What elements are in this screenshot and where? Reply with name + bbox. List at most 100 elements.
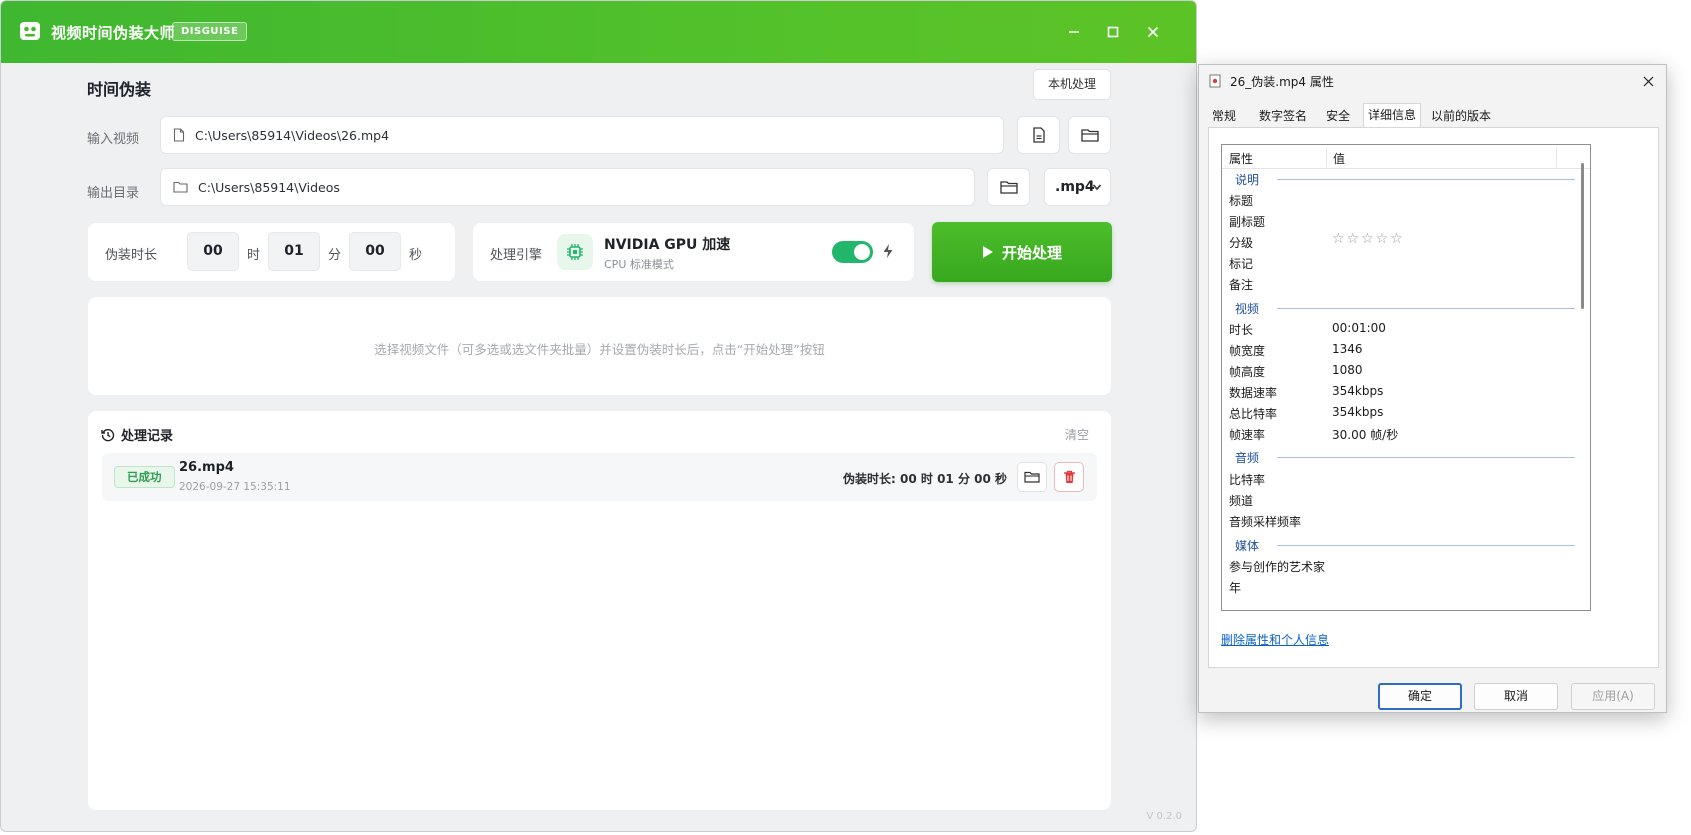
tab-previous-versions[interactable]: 以前的版本 [1427, 105, 1495, 127]
format-select[interactable]: .mp4 [1044, 168, 1111, 206]
property-list-scrollbar[interactable] [1581, 163, 1584, 309]
prop-sample-rate[interactable]: 音频采样频率 [1229, 513, 1301, 530]
minimize-button[interactable] [1062, 20, 1086, 44]
local-processing-button[interactable]: 本机处理 [1033, 69, 1111, 100]
close-icon [1147, 26, 1159, 38]
prop-year[interactable]: 年 [1229, 579, 1241, 596]
record-duration: 伪装时长: 00 时 01 分 00 秒 [843, 472, 1007, 486]
dialog-title: 26_伪装.mp4 属性 [1230, 75, 1334, 89]
minutes-unit: 分 [328, 248, 342, 263]
prop-frame-height[interactable]: 帧高度 [1229, 363, 1265, 380]
app-version: V 0.2.0 [1146, 811, 1182, 822]
column-property[interactable]: 属性 [1229, 150, 1253, 167]
dialog-close-button[interactable] [1638, 71, 1658, 91]
prop-duration[interactable]: 时长 [1229, 321, 1253, 338]
status-badge: 已成功 [114, 466, 175, 488]
file-icon [173, 128, 185, 142]
prop-audio-bitrate[interactable]: 比特率 [1229, 471, 1265, 488]
prop-total-bitrate-value: 354kbps [1332, 405, 1384, 419]
prop-data-rate-value: 354kbps [1332, 384, 1384, 398]
tab-security[interactable]: 安全 [1322, 105, 1354, 127]
prop-duration-value: 00:01:00 [1332, 321, 1386, 335]
seconds-input[interactable]: 00 [349, 232, 401, 271]
input-video-label: 输入视频 [87, 132, 140, 147]
output-dir-path: C:\Users\85914\Videos [198, 179, 340, 195]
prop-contributing-artists[interactable]: 参与创作的艺术家 [1229, 558, 1325, 575]
prop-comments[interactable]: 备注 [1229, 276, 1253, 293]
app-window: 视频时间伪装大师 DISGUISE 时间伪装 本机处理 输入视频 C:\User… [0, 0, 1197, 832]
folder-icon [1024, 471, 1040, 483]
record-timestamp: 2026-09-27 15:35:11 [179, 481, 291, 493]
play-icon [982, 246, 993, 258]
gpu-toggle[interactable] [832, 241, 873, 263]
dialog-title-bar: 26_伪装.mp4 属性 [1199, 65, 1666, 97]
delete-record-button[interactable] [1054, 462, 1084, 492]
group-description: 说明 [1235, 171, 1575, 187]
tab-general[interactable]: 常规 [1208, 105, 1240, 127]
prop-rating[interactable]: 分级 [1229, 234, 1253, 251]
history-record-row: 已成功 26.mp4 2026-09-27 15:35:11 伪装时长: 00 … [102, 453, 1097, 501]
hours-input[interactable]: 00 [187, 232, 239, 271]
prop-tags[interactable]: 标记 [1229, 255, 1253, 272]
history-title: 处理记录 [101, 425, 173, 444]
prop-frame-rate-value: 30.00 帧/秒 [1332, 428, 1399, 442]
cancel-button[interactable]: 取消 [1474, 683, 1558, 710]
apply-button[interactable]: 应用(A) [1571, 683, 1655, 710]
start-processing-button[interactable]: 开始处理 [932, 222, 1112, 282]
prop-total-bitrate[interactable]: 总比特率 [1229, 405, 1277, 422]
select-folder-button[interactable] [1068, 116, 1111, 154]
prop-channels[interactable]: 频道 [1229, 492, 1253, 509]
prop-frame-height-value: 1080 [1332, 363, 1363, 377]
remove-properties-link[interactable]: 删除属性和个人信息 [1221, 631, 1329, 648]
rating-stars[interactable]: ☆☆☆☆☆ [1332, 231, 1405, 247]
column-value[interactable]: 值 [1333, 150, 1345, 167]
title-bar: 视频时间伪装大师 DISGUISE [1, 1, 1196, 63]
minutes-input[interactable]: 01 [268, 232, 320, 271]
clear-history-button[interactable]: 清空 [1065, 426, 1089, 443]
close-icon [1643, 76, 1653, 86]
folder-icon [999, 181, 1018, 194]
format-value: .mp4 [1055, 179, 1095, 195]
prop-title[interactable]: 标题 [1229, 192, 1253, 209]
file-icon [1032, 127, 1045, 143]
group-video: 视频 [1235, 300, 1575, 316]
properties-dialog: 26_伪装.mp4 属性 常规 数字签名 安全 详细信息 以前的版本 属性 值 … [1198, 64, 1667, 713]
chip-icon [557, 234, 593, 270]
output-dir-label: 输出目录 [87, 186, 140, 201]
minimize-icon [1069, 31, 1079, 33]
engine-mode: CPU 标准模式 [604, 258, 674, 271]
trash-icon [1063, 470, 1075, 483]
section-title: 时间伪装 [87, 80, 152, 99]
tab-digital-signatures[interactable]: 数字签名 [1255, 105, 1311, 127]
history-icon [101, 428, 115, 441]
tab-details[interactable]: 详细信息 [1363, 103, 1422, 128]
app-logo-icon [20, 22, 40, 40]
folder-icon [1080, 129, 1099, 142]
input-video-field[interactable]: C:\Users\85914\Videos\26.mp4 [160, 116, 1004, 154]
open-folder-button[interactable] [1017, 462, 1047, 492]
prop-subtitle[interactable]: 副标题 [1229, 213, 1265, 230]
details-panel: 属性 值 说明 标题 副标题 分级 ☆☆☆☆☆ 标记 备注 视频 时长 00:0… [1208, 127, 1659, 668]
ok-button[interactable]: 确定 [1378, 683, 1462, 710]
app-title: 视频时间伪装大师 [51, 24, 176, 42]
group-media: 媒体 [1235, 537, 1575, 553]
group-video-label: 视频 [1235, 302, 1260, 316]
group-audio-label: 音频 [1235, 451, 1260, 465]
prop-data-rate[interactable]: 数据速率 [1229, 384, 1277, 401]
app-badge: DISGUISE [172, 22, 248, 41]
output-dir-field[interactable]: C:\Users\85914\Videos [160, 168, 975, 206]
prop-frame-width[interactable]: 帧宽度 [1229, 342, 1265, 359]
close-button[interactable] [1141, 20, 1165, 44]
property-list[interactable]: 属性 值 说明 标题 副标题 分级 ☆☆☆☆☆ 标记 备注 视频 时长 00:0… [1221, 144, 1591, 611]
browse-output-button[interactable] [987, 168, 1030, 206]
record-file-name: 26.mp4 [179, 460, 234, 475]
group-media-label: 媒体 [1235, 539, 1260, 553]
group-audio: 音频 [1235, 449, 1575, 465]
maximize-icon [1107, 26, 1119, 38]
maximize-button[interactable] [1101, 20, 1125, 44]
prop-frame-rate[interactable]: 帧速率 [1229, 426, 1265, 443]
history-title-label: 处理记录 [121, 429, 174, 444]
select-file-button[interactable] [1017, 116, 1060, 154]
start-button-label: 开始处理 [1001, 243, 1062, 262]
group-description-label: 说明 [1235, 173, 1260, 187]
